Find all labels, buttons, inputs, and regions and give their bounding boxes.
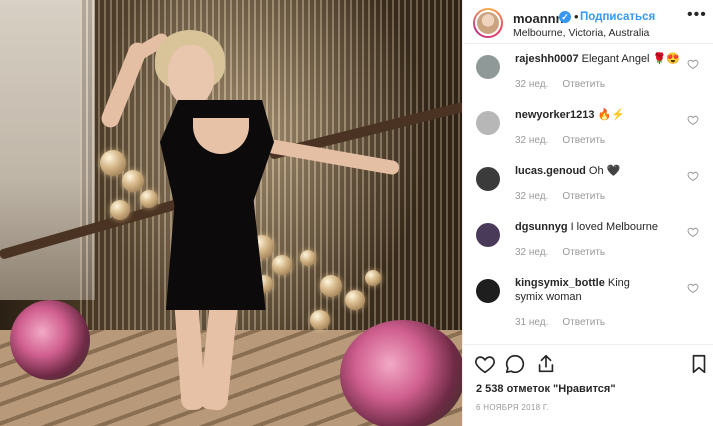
- comment-meta: 32 нед. Ответить: [515, 79, 605, 90]
- photo-light: [320, 275, 342, 297]
- reply-button[interactable]: Ответить: [562, 79, 605, 90]
- more-options-icon[interactable]: •••: [687, 6, 707, 24]
- verified-badge-icon: ✓: [559, 11, 571, 23]
- author-avatar-image: [475, 10, 501, 36]
- comment-avatar[interactable]: [476, 223, 500, 247]
- comment-text: kingsymix_bottle King symix woman: [515, 276, 630, 304]
- comment-time: 32 нед.: [515, 191, 549, 202]
- author-username[interactable]: moannn: [513, 11, 564, 26]
- comment-item: lucas.genoud Oh 🖤 32 нед. Ответить: [463, 164, 713, 210]
- comment-time: 32 нед.: [515, 79, 549, 90]
- photo-figure-face: [168, 45, 214, 105]
- reply-button[interactable]: Ответить: [562, 317, 605, 328]
- author-avatar[interactable]: [473, 8, 503, 38]
- post-location[interactable]: Melbourne, Victoria, Australia: [513, 27, 649, 39]
- photo-light: [140, 190, 158, 208]
- comment-avatar[interactable]: [476, 55, 500, 79]
- like-heart-icon[interactable]: [474, 353, 496, 375]
- comment-text: lucas.genoud Oh 🖤: [515, 164, 683, 178]
- comment-meta: 32 нед. Ответить: [515, 191, 605, 202]
- comment-avatar[interactable]: [476, 279, 500, 303]
- photo-flowers: [340, 320, 462, 426]
- comment-username[interactable]: dgsunnyg: [515, 221, 568, 233]
- photo-flowers: [10, 300, 90, 380]
- comment-username[interactable]: lucas.genoud: [515, 165, 586, 177]
- post-side-panel: moannn ✓ • Подписаться ••• Melbourne, Vi…: [462, 0, 713, 426]
- share-upload-icon[interactable]: [535, 353, 557, 375]
- comment-text: dgsunnyg I loved Melbourne: [515, 220, 683, 234]
- comment-avatar[interactable]: [476, 167, 500, 191]
- photo-light: [100, 150, 126, 176]
- comment-time: 32 нед.: [515, 247, 549, 258]
- follow-button[interactable]: Подписаться: [580, 11, 655, 23]
- like-comment-heart-icon[interactable]: [687, 170, 699, 182]
- comment-item: rajeshh0007 Elegant Angel 🌹😍 32 нед. Ответ…: [463, 52, 713, 98]
- comment-text: newyorker1213 🔥⚡: [515, 108, 683, 122]
- header-separator: •: [574, 9, 579, 24]
- reply-button[interactable]: Ответить: [562, 247, 605, 258]
- photo-light: [310, 310, 330, 330]
- comments-list[interactable]: rajeshh0007 Elegant Angel 🌹😍 32 нед. Ответ…: [463, 44, 713, 344]
- reply-button[interactable]: Ответить: [562, 191, 605, 202]
- comment-item: newyorker1213 🔥⚡ 32 нед. Ответить: [463, 108, 713, 154]
- photo-light: [122, 170, 144, 192]
- like-comment-heart-icon[interactable]: [687, 114, 699, 126]
- post-date: 6 НОЯБРЯ 2018 Г.: [476, 403, 550, 412]
- likes-count[interactable]: 2 538 отметок "Нравится": [476, 383, 616, 395]
- photo-light: [345, 290, 365, 310]
- photo-light: [272, 255, 292, 275]
- like-comment-heart-icon[interactable]: [687, 282, 699, 294]
- comment-item: dgsunnyg I loved Melbourne 32 нед. Ответит…: [463, 220, 713, 266]
- like-comment-heart-icon[interactable]: [687, 226, 699, 238]
- comment-item: kingsymix_bottle King symix woman 31 нед.…: [463, 276, 713, 336]
- comment-body: 🔥⚡: [597, 109, 625, 121]
- comment-body: I loved Melbourne: [570, 221, 659, 233]
- comment-time: 32 нед.: [515, 135, 549, 146]
- comment-avatar[interactable]: [476, 111, 500, 135]
- post-header: moannn ✓ • Подписаться ••• Melbourne, Vi…: [463, 0, 713, 44]
- bookmark-icon[interactable]: [688, 353, 710, 375]
- post-actions: 2 538 отметок "Нравится" 6 НОЯБРЯ 2018 Г…: [463, 344, 713, 426]
- reply-button[interactable]: Ответить: [562, 135, 605, 146]
- comment-username[interactable]: kingsymix_bottle: [515, 277, 605, 289]
- comment-meta: 32 нед. Ответить: [515, 135, 605, 146]
- comment-bubble-icon[interactable]: [504, 353, 526, 375]
- photo-light: [365, 270, 381, 286]
- comment-time: 31 нед.: [515, 317, 549, 328]
- photo-light: [300, 250, 316, 266]
- post-photo[interactable]: [0, 0, 462, 426]
- comment-meta: 31 нед. Ответить: [515, 317, 605, 328]
- comment-text: rajeshh0007 Elegant Angel 🌹😍: [515, 52, 683, 66]
- comment-username[interactable]: rajeshh0007: [515, 53, 579, 65]
- photo-light: [110, 200, 130, 220]
- comment-body: Oh 🖤: [588, 165, 621, 177]
- comment-username[interactable]: newyorker1213: [515, 109, 595, 121]
- comment-meta: 32 нед. Ответить: [515, 247, 605, 258]
- comment-body: Elegant Angel 🌹😍: [581, 53, 680, 65]
- like-comment-heart-icon[interactable]: [687, 58, 699, 70]
